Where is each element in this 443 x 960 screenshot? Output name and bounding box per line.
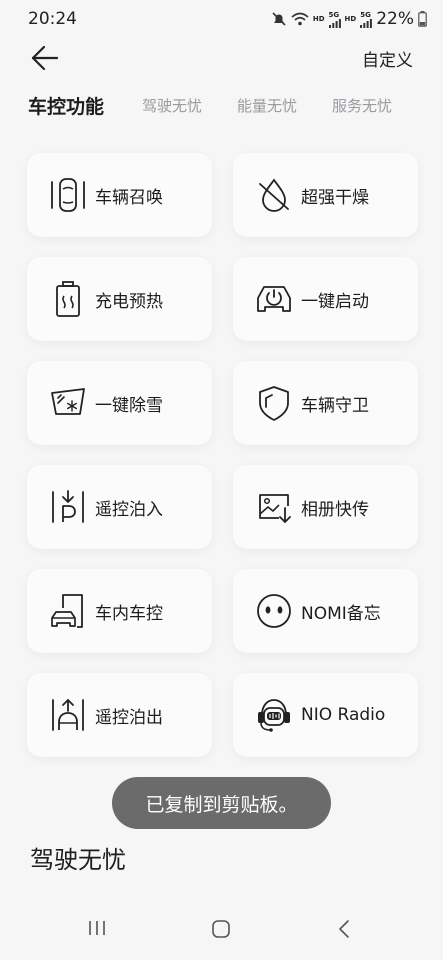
feature-label: NIO Radio [301,705,386,725]
feature-label: 车辆召唤 [95,187,163,208]
feature-in-car-control[interactable]: 车内车控 [27,569,212,653]
app-bar: 自定义 [0,38,443,78]
battery-icon [418,11,427,27]
tab-vehicle-control[interactable]: 车控功能 [28,92,104,119]
feature-label: 相册快传 [301,499,369,520]
feature-car-summon[interactable]: 车辆召唤 [27,153,212,237]
feature-label: 遥控泊出 [95,707,163,728]
car-power-icon [257,286,291,312]
feature-snow-removal[interactable]: 一键除雪 [27,361,212,445]
feature-label: 车辆守卫 [301,395,369,416]
photo-transfer-icon [259,494,291,523]
battery-percent: 22% [376,9,414,29]
feature-label: 一键启动 [301,291,369,312]
shield-icon [259,386,289,421]
section-title: 驾驶无忧 [30,846,126,874]
recent-apps-icon[interactable] [87,918,107,938]
feature-label: 车内车控 [95,603,163,624]
customize-button[interactable]: 自定义 [362,46,413,71]
signal-2: 5G [360,10,373,28]
home-icon[interactable] [210,918,232,940]
network-5g: 5G [328,10,340,19]
copied-toast: 已复制到剪贴板。 [112,777,331,829]
park-in-icon [52,490,84,523]
feature-remote-park-out[interactable]: 遥控泊出 [27,673,212,757]
wifi-icon [291,12,309,26]
signal-icon [328,18,341,28]
feature-label: 一键除雪 [95,395,163,416]
feature-super-dry[interactable]: 超强干燥 [233,153,418,237]
tab-energy[interactable]: 能量无忧 [237,95,297,116]
nav-back-icon[interactable] [336,918,352,940]
signal-1: 5G [328,10,341,28]
windshield-snow-icon [51,388,85,415]
radio-robot-icon [258,699,290,732]
status-time: 20:24 [28,9,77,29]
feature-remote-park-in[interactable]: 遥控泊入 [27,465,212,549]
status-bar: 20:24 HD 5G HD 5G 22% [0,0,443,38]
status-icons: HD 5G HD 5G 22% [271,9,427,29]
feature-nio-radio[interactable]: NIO Radio [233,673,418,757]
feature-label: 遥控泊入 [95,499,163,520]
feature-label: 超强干燥 [301,187,369,208]
category-tabs: 车控功能 驾驶无忧 能量无忧 服务无忧 [28,95,443,125]
network-5g-2: 5G [360,10,371,19]
tab-service[interactable]: 服务无忧 [332,95,392,116]
feature-label: 充电预热 [95,291,163,312]
feature-nomi-memo[interactable]: NOMI备忘 [233,569,418,653]
feature-one-key-start[interactable]: 一键启动 [233,257,418,341]
park-out-icon [52,699,84,731]
phone-car-icon [51,594,83,628]
feature-vehicle-guard[interactable]: 车辆守卫 [233,361,418,445]
battery-heat-icon [56,281,80,317]
feature-label: NOMI备忘 [301,603,381,624]
water-drop-icon [259,178,289,212]
feature-charge-preheat[interactable]: 充电预热 [27,257,212,341]
signal-icon-2 [360,18,373,28]
back-arrow-icon[interactable] [30,43,60,73]
feature-photo-transfer[interactable]: 相册快传 [233,465,418,549]
system-nav-bar [0,900,443,960]
hd-badge-2: HD [344,15,357,23]
mute-icon [272,12,286,26]
car-summon-icon [51,178,85,212]
tab-driving[interactable]: 驾驶无忧 [142,95,202,116]
hd-badge: HD [312,15,325,23]
nomi-face-icon [257,594,291,628]
